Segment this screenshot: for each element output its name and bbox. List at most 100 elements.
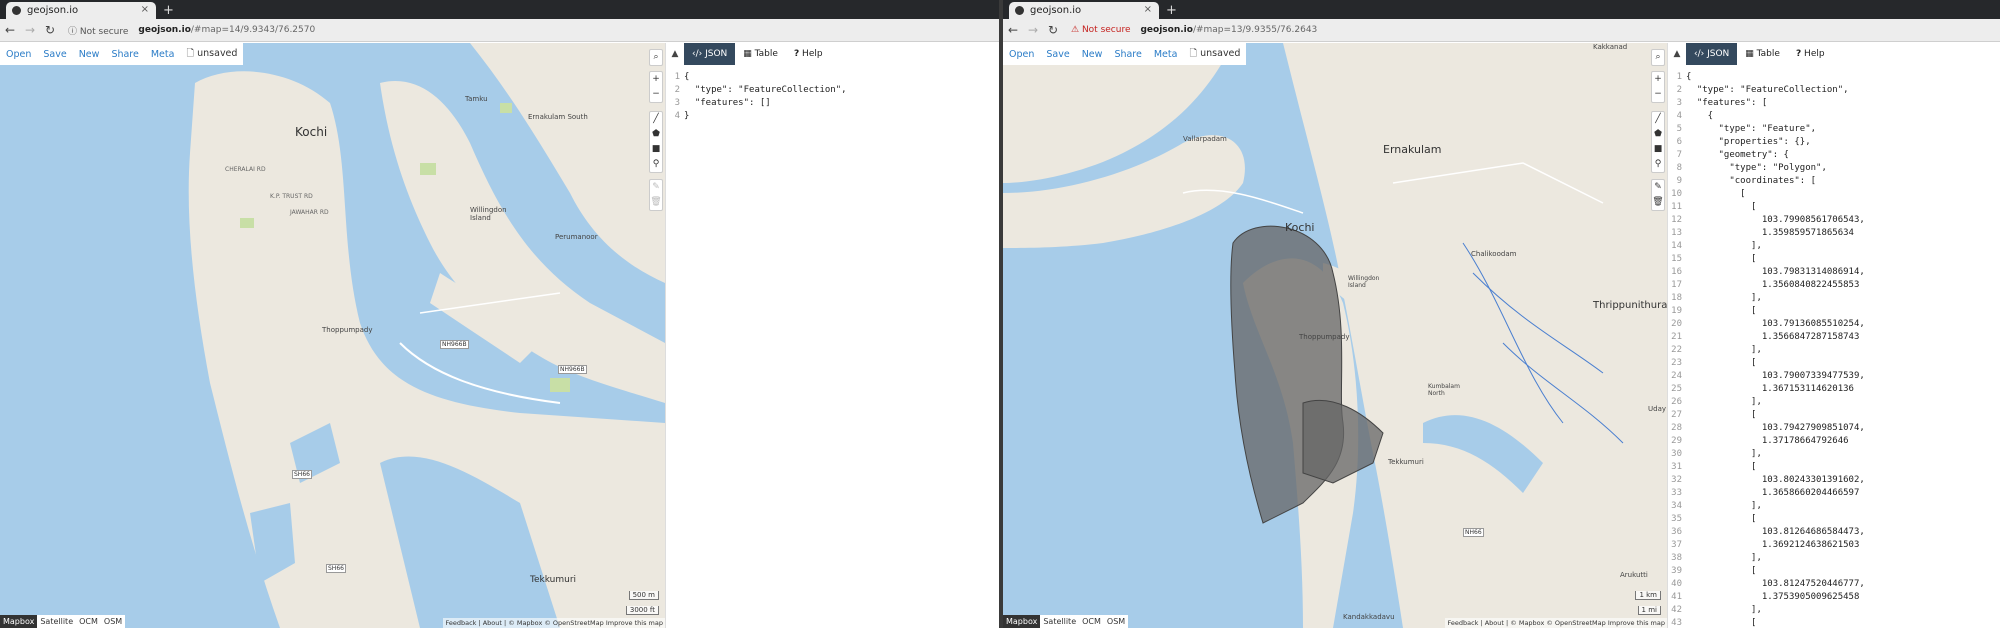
- zoom-out-icon[interactable]: −: [652, 87, 660, 102]
- layer-switcher: Mapbox Satellite OCM OSM: [0, 615, 126, 628]
- code-content[interactable]: { "type": "FeatureCollection", "features…: [684, 71, 847, 123]
- line-number: 9: [1676, 176, 1682, 186]
- code-line: ],: [1686, 397, 1762, 407]
- draw-polygon-icon[interactable]: ⬟: [652, 127, 660, 142]
- draw-marker-icon[interactable]: ⚲: [1655, 157, 1662, 172]
- code-line: [: [1686, 618, 1757, 628]
- layer-mapbox[interactable]: Mapbox: [0, 615, 38, 628]
- panel-tabs: ▲ ‹/› JSON ▦ Table ? Help: [666, 43, 999, 65]
- map-canvas[interactable]: [0, 43, 665, 628]
- delete-layers-icon[interactable]: 🗑: [650, 195, 661, 210]
- open-button[interactable]: Open: [6, 49, 31, 60]
- zoom-in-icon[interactable]: +: [652, 72, 660, 87]
- reload-icon[interactable]: ↻: [1043, 23, 1063, 37]
- edit-layers-icon[interactable]: ✎: [1654, 180, 1662, 195]
- layer-mapbox[interactable]: Mapbox: [1003, 615, 1041, 628]
- file-status: 🗋 unsaved: [186, 46, 237, 62]
- zoom-out-icon[interactable]: −: [1654, 87, 1662, 102]
- road-shield: SH66: [292, 470, 312, 479]
- code-editor[interactable]: 1 2 3 4 { "type": "FeatureCollection", "fea…: [666, 65, 999, 628]
- layer-satellite[interactable]: Satellite: [1040, 615, 1079, 628]
- zoom-control: + −: [649, 71, 663, 103]
- line-number: 12: [1671, 215, 1682, 225]
- zoom-in-icon[interactable]: +: [1654, 72, 1662, 87]
- tab-help[interactable]: ? Help: [786, 43, 831, 65]
- draw-rectangle-icon[interactable]: ■: [1654, 142, 1663, 157]
- layer-osm[interactable]: OSM: [101, 615, 125, 628]
- url-field[interactable]: geojson.io/#map=13/9.9355/76.2643: [1140, 25, 1317, 35]
- map-label-tekkumuri: Tekkumuri: [1388, 458, 1424, 466]
- search-icon[interactable]: ⌕: [1655, 50, 1660, 65]
- collapse-icon[interactable]: ▲: [666, 49, 684, 59]
- browser-tab[interactable]: geojson.io ×: [6, 2, 156, 19]
- draw-line-icon[interactable]: ╱: [1655, 112, 1660, 127]
- browser-tab[interactable]: geojson.io ×: [1009, 2, 1159, 19]
- line-number: 35: [1671, 514, 1682, 524]
- url-field[interactable]: geojson.io/#map=14/9.9343/76.2570: [138, 25, 315, 35]
- reload-icon[interactable]: ↻: [40, 23, 60, 37]
- collapse-icon[interactable]: ▲: [1668, 49, 1686, 59]
- meta-button[interactable]: Meta: [1154, 49, 1178, 60]
- layer-satellite[interactable]: Satellite: [37, 615, 76, 628]
- save-button[interactable]: Save: [43, 49, 66, 60]
- security-indicator[interactable]: ⓘ Not secure: [68, 24, 128, 37]
- code-line: 103.79427909851074,: [1686, 423, 1865, 433]
- new-tab-icon[interactable]: +: [1166, 3, 1177, 18]
- search-icon[interactable]: ⌕: [653, 50, 658, 65]
- code-content[interactable]: { "type": "FeatureCollection", "features…: [1686, 71, 1865, 628]
- map-view[interactable]: Kochi Tamku Ernakulam South Willingdon I…: [0, 43, 665, 628]
- security-indicator[interactable]: ⚠ Not secure: [1071, 25, 1130, 35]
- file-icon: 🗋: [1189, 48, 1198, 59]
- map-search-control[interactable]: ⌕: [649, 49, 663, 66]
- back-icon[interactable]: ←: [1003, 23, 1023, 37]
- browser-window-left: geojson.io × + ← → ↻ ⓘ Not secure geojso…: [0, 0, 999, 628]
- close-tab-icon[interactable]: ×: [1144, 4, 1152, 15]
- map-label-perumanoor: Perumanoor: [555, 233, 598, 241]
- edit-layers-icon[interactable]: ✎: [652, 180, 660, 195]
- map-attribution[interactable]: Feedback | About | © Mapbox © OpenStreet…: [1445, 618, 1667, 628]
- forward-icon[interactable]: →: [20, 23, 40, 37]
- open-button[interactable]: Open: [1009, 49, 1034, 60]
- layer-osm[interactable]: OSM: [1104, 615, 1128, 628]
- favicon-icon: [12, 6, 21, 15]
- line-number: 11: [1671, 202, 1682, 212]
- line-number: 14: [1671, 241, 1682, 251]
- map-search-control[interactable]: ⌕: [1651, 49, 1665, 66]
- map-label-ernakulam: Ernakulam: [1383, 143, 1442, 156]
- share-button[interactable]: Share: [111, 49, 138, 60]
- line-number: 7: [1676, 150, 1682, 160]
- draw-rectangle-icon[interactable]: ■: [652, 142, 661, 157]
- tab-json[interactable]: ‹/› JSON: [1686, 43, 1738, 65]
- layer-ocm[interactable]: OCM: [1079, 615, 1104, 628]
- scale-imperial: 3000 ft: [625, 606, 659, 615]
- share-button[interactable]: Share: [1114, 49, 1141, 60]
- map-label-kochi: Kochi: [295, 125, 328, 139]
- delete-layers-icon[interactable]: 🗑: [1652, 195, 1663, 210]
- draw-marker-icon[interactable]: ⚲: [653, 157, 660, 172]
- new-button[interactable]: New: [79, 49, 100, 60]
- line-number: 15: [1671, 254, 1682, 264]
- code-editor[interactable]: 1 2 3 4 5 6 7 8 9 10 11 12 13 14 15 16 17 18 19 20 21 22 23 24 2…: [1668, 65, 2000, 628]
- draw-line-icon[interactable]: ╱: [653, 112, 658, 127]
- forward-icon[interactable]: →: [1023, 23, 1043, 37]
- layer-ocm[interactable]: OCM: [76, 615, 101, 628]
- code-line: [: [1686, 189, 1746, 199]
- map-attribution[interactable]: Feedback | About | © Mapbox © OpenStreet…: [443, 618, 665, 628]
- tab-json[interactable]: ‹/› JSON: [684, 43, 736, 65]
- line-number: 4: [1676, 111, 1682, 121]
- line-number: 1: [1676, 72, 1682, 82]
- map-view[interactable]: Kakkanad Vallarpadam Ernakulam Kochi Wil…: [1003, 43, 1667, 628]
- close-tab-icon[interactable]: ×: [141, 4, 149, 15]
- meta-button[interactable]: Meta: [151, 49, 175, 60]
- tab-help[interactable]: ? Help: [1788, 43, 1833, 65]
- line-number: 6: [1676, 137, 1682, 147]
- save-button[interactable]: Save: [1046, 49, 1069, 60]
- tab-table[interactable]: ▦ Table: [735, 43, 786, 65]
- back-icon[interactable]: ←: [0, 23, 20, 37]
- line-number: 20: [1671, 319, 1682, 329]
- draw-polygon-icon[interactable]: ⬟: [1654, 127, 1662, 142]
- new-tab-icon[interactable]: +: [163, 3, 174, 18]
- new-button[interactable]: New: [1082, 49, 1103, 60]
- code-line: 1.3692124638621503: [1686, 540, 1860, 550]
- tab-table[interactable]: ▦ Table: [1737, 43, 1788, 65]
